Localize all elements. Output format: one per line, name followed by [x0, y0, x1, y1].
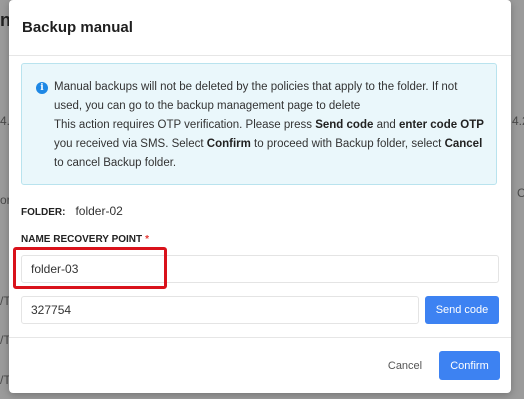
- info-bold-cancel: Cancel: [444, 138, 483, 150]
- info-text-segment: you received via SMS. Select: [54, 138, 207, 150]
- info-bold-send-code: Send code: [315, 119, 374, 131]
- dialog-footer-divider: [9, 337, 511, 338]
- cancel-button[interactable]: Cancel: [377, 355, 433, 377]
- info-text-segment: to cancel Backup folder.: [54, 157, 177, 169]
- required-mark: *: [145, 234, 150, 245]
- dialog-header: Backup manual: [9, 0, 511, 56]
- folder-value: folder-02: [75, 204, 123, 218]
- info-circle-icon: i: [36, 82, 48, 94]
- backup-manual-dialog: Backup manual i Manual backups will not …: [9, 0, 511, 393]
- folder-label: FOLDER:: [21, 207, 66, 218]
- info-text-segment: to proceed with Backup folder, select: [250, 138, 445, 150]
- recovery-point-label-text: NAME RECOVERY POINT: [21, 234, 143, 245]
- info-alert: i Manual backups will not be deleted by …: [21, 63, 497, 185]
- recovery-point-name-input[interactable]: folder-03: [21, 255, 499, 283]
- otp-code-input[interactable]: 327754: [21, 296, 419, 324]
- bg-text-fragment: 4.2: [512, 114, 524, 128]
- send-code-button[interactable]: Send code: [425, 296, 499, 324]
- info-bold-confirm: Confirm: [206, 138, 251, 150]
- recovery-point-label: NAME RECOVERY POINT *: [21, 234, 149, 245]
- info-text-line1: Manual backups will not be deleted by th…: [54, 81, 458, 112]
- info-text-segment: This action requires OTP verification. P…: [54, 119, 316, 131]
- info-text-otp: This action requires OTP verification. P…: [54, 116, 486, 173]
- confirm-button[interactable]: Confirm: [439, 351, 500, 380]
- info-bold-enter-otp: enter code OTP: [398, 119, 484, 131]
- bg-text-fragment: C: [517, 186, 524, 200]
- dialog-title: Backup manual: [22, 19, 133, 36]
- folder-row: FOLDER: folder-02: [21, 204, 123, 218]
- info-text-segment: and: [373, 119, 399, 131]
